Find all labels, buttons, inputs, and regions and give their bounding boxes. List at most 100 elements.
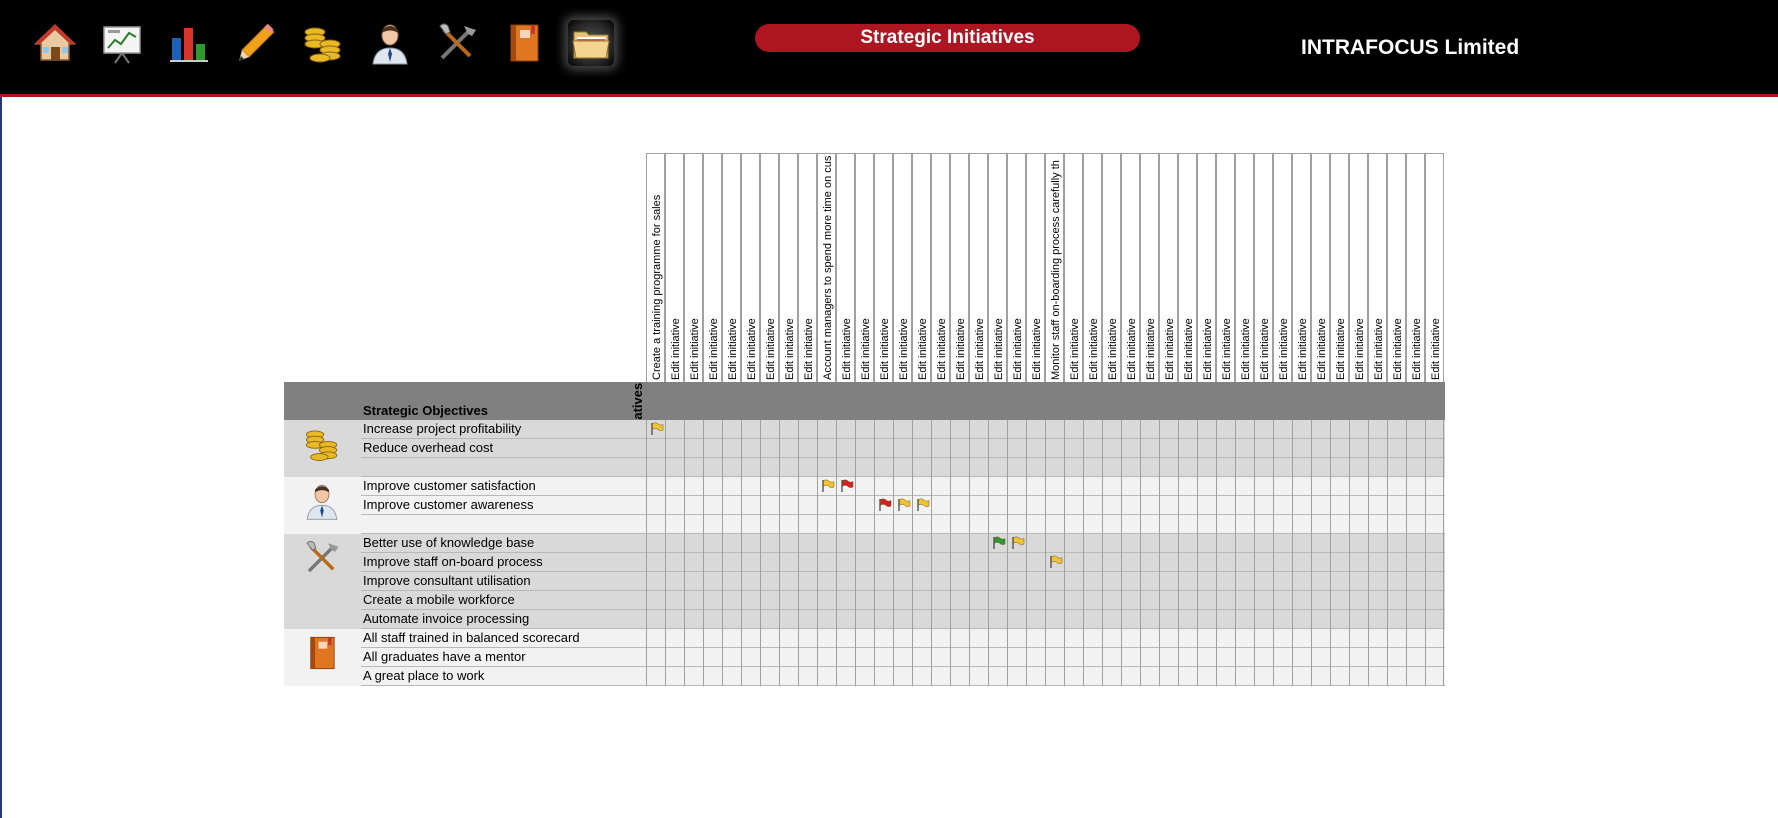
matrix-cell[interactable]: [1121, 439, 1140, 458]
matrix-cell[interactable]: [1425, 667, 1444, 686]
matrix-cell[interactable]: [836, 553, 855, 572]
matrix-cell[interactable]: [665, 610, 684, 629]
matrix-cell[interactable]: [1235, 667, 1254, 686]
matrix-cell[interactable]: [1425, 477, 1444, 496]
matrix-cell[interactable]: [1254, 591, 1273, 610]
flag-icon[interactable]: [821, 479, 835, 493]
matrix-cell[interactable]: [931, 458, 950, 477]
initiative-column-header[interactable]: Edit initiative: [1216, 153, 1235, 382]
matrix-cell[interactable]: [1387, 648, 1406, 667]
matrix-cell[interactable]: [1368, 667, 1387, 686]
matrix-cell[interactable]: [1254, 515, 1273, 534]
matrix-cell[interactable]: [855, 477, 874, 496]
matrix-cell[interactable]: [1083, 496, 1102, 515]
matrix-cell[interactable]: [665, 458, 684, 477]
matrix-cell[interactable]: [969, 667, 988, 686]
matrix-cell[interactable]: [874, 439, 893, 458]
matrix-cell[interactable]: [1178, 553, 1197, 572]
matrix-cell[interactable]: [912, 458, 931, 477]
matrix-cell[interactable]: [1216, 515, 1235, 534]
matrix-cell[interactable]: [969, 420, 988, 439]
matrix-cell[interactable]: [1311, 515, 1330, 534]
matrix-cell[interactable]: [1178, 648, 1197, 667]
matrix-cell[interactable]: [1311, 439, 1330, 458]
matrix-cell[interactable]: [1178, 534, 1197, 553]
flag-icon[interactable]: [916, 498, 930, 512]
matrix-cell[interactable]: [1254, 477, 1273, 496]
matrix-cell[interactable]: [1026, 439, 1045, 458]
matrix-cell[interactable]: [1254, 534, 1273, 553]
matrix-cell[interactable]: [665, 420, 684, 439]
matrix-cell[interactable]: [1045, 477, 1064, 496]
matrix-cell[interactable]: [836, 534, 855, 553]
matrix-cell[interactable]: [798, 515, 817, 534]
matrix-cell[interactable]: [874, 515, 893, 534]
objective-label[interactable]: Increase project profitability: [363, 421, 521, 436]
flag-icon[interactable]: [992, 536, 1006, 550]
matrix-cell[interactable]: [1273, 439, 1292, 458]
matrix-cell[interactable]: [1235, 515, 1254, 534]
flag-icon[interactable]: [1011, 536, 1025, 550]
matrix-cell[interactable]: [969, 477, 988, 496]
matrix-cell[interactable]: [646, 572, 665, 591]
matrix-cell[interactable]: [1406, 534, 1425, 553]
matrix-cell[interactable]: [1254, 553, 1273, 572]
matrix-cell[interactable]: [855, 458, 874, 477]
matrix-cell[interactable]: [1292, 420, 1311, 439]
matrix-cell[interactable]: [912, 610, 931, 629]
matrix-cell[interactable]: [1349, 610, 1368, 629]
matrix-cell[interactable]: [722, 496, 741, 515]
matrix-cell[interactable]: [1425, 572, 1444, 591]
matrix-cell[interactable]: [779, 648, 798, 667]
matrix-cell[interactable]: [836, 458, 855, 477]
matrix-cell[interactable]: [1140, 420, 1159, 439]
matrix-cell[interactable]: [1045, 572, 1064, 591]
matrix-cell[interactable]: [1121, 572, 1140, 591]
matrix-cell[interactable]: [779, 553, 798, 572]
initiative-column-header[interactable]: Edit initiative: [988, 153, 1007, 382]
matrix-cell[interactable]: [855, 534, 874, 553]
matrix-cell[interactable]: [969, 648, 988, 667]
matrix-cell[interactable]: [760, 572, 779, 591]
matrix-cell[interactable]: [1045, 515, 1064, 534]
matrix-cell[interactable]: [1064, 610, 1083, 629]
matrix-cell[interactable]: [1406, 572, 1425, 591]
initiative-column-header[interactable]: Edit initiative: [684, 153, 703, 382]
flag-icon[interactable]: [1049, 555, 1063, 569]
initiative-column-header[interactable]: Account managers to spend more time on c…: [817, 153, 836, 382]
matrix-cell[interactable]: [1026, 648, 1045, 667]
matrix-cell[interactable]: [912, 534, 931, 553]
matrix-cell[interactable]: [1273, 610, 1292, 629]
matrix-cell[interactable]: [1425, 458, 1444, 477]
matrix-cell[interactable]: [1159, 667, 1178, 686]
matrix-cell[interactable]: [1330, 515, 1349, 534]
matrix-cell[interactable]: [893, 515, 912, 534]
matrix-cell[interactable]: [1273, 648, 1292, 667]
matrix-cell[interactable]: [1197, 496, 1216, 515]
matrix-cell[interactable]: [703, 534, 722, 553]
matrix-cell[interactable]: [912, 439, 931, 458]
matrix-cell[interactable]: [1330, 667, 1349, 686]
matrix-cell[interactable]: [1216, 572, 1235, 591]
matrix-cell[interactable]: [779, 629, 798, 648]
matrix-cell[interactable]: [1273, 553, 1292, 572]
matrix-cell[interactable]: [1349, 667, 1368, 686]
initiative-column-header[interactable]: Edit initiative: [1254, 153, 1273, 382]
matrix-cell[interactable]: [893, 553, 912, 572]
matrix-cell[interactable]: [741, 610, 760, 629]
matrix-cell[interactable]: [931, 610, 950, 629]
matrix-cell[interactable]: [665, 534, 684, 553]
matrix-cell[interactable]: [798, 420, 817, 439]
matrix-cell[interactable]: [950, 420, 969, 439]
matrix-cell[interactable]: [1387, 477, 1406, 496]
matrix-cell[interactable]: [798, 667, 817, 686]
matrix-cell[interactable]: [817, 458, 836, 477]
matrix-cell[interactable]: [817, 610, 836, 629]
matrix-cell[interactable]: [988, 515, 1007, 534]
matrix-cell[interactable]: [1273, 534, 1292, 553]
matrix-cell[interactable]: [1311, 553, 1330, 572]
matrix-cell[interactable]: [1007, 667, 1026, 686]
matrix-cell[interactable]: [1083, 477, 1102, 496]
matrix-cell[interactable]: [855, 591, 874, 610]
initiative-column-header[interactable]: Edit initiative: [969, 153, 988, 382]
